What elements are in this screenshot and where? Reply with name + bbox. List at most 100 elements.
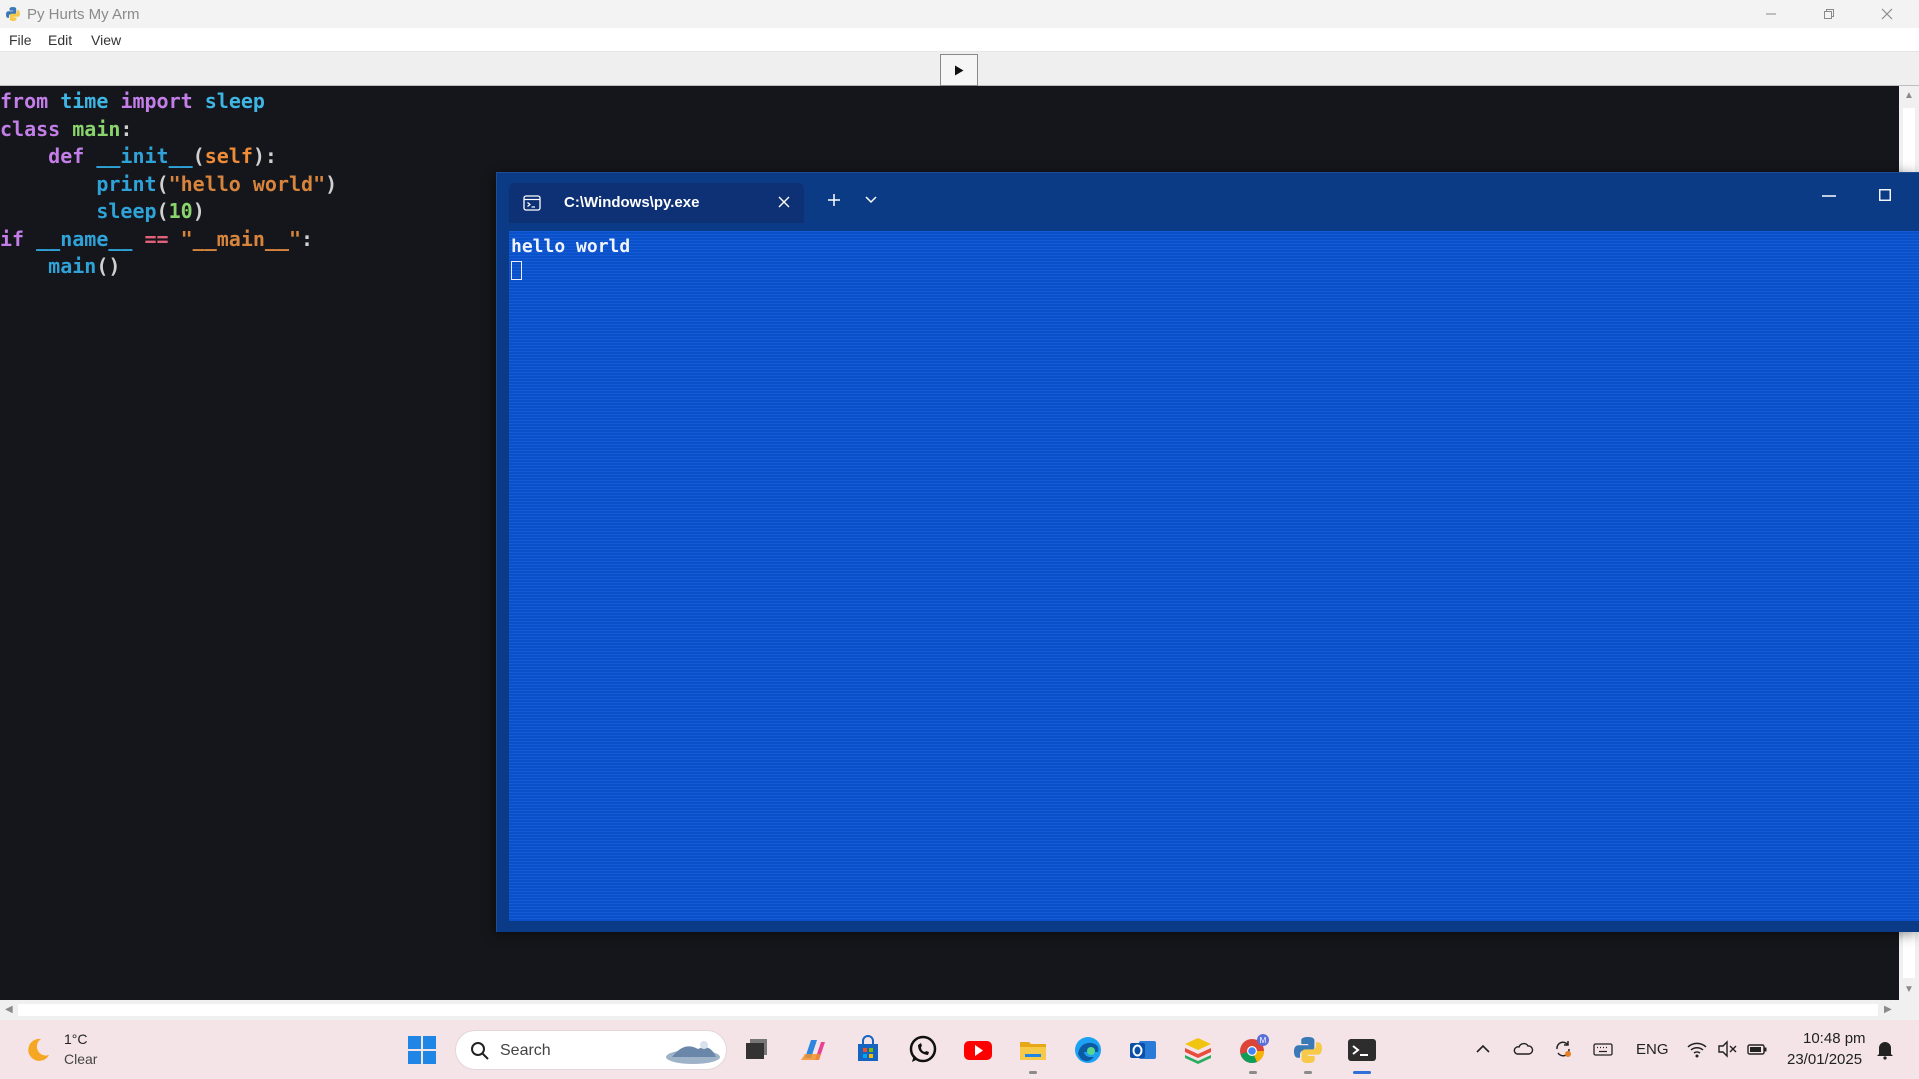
code-line[interactable]: main() <box>0 253 120 280</box>
code-token: __init__ <box>96 144 193 168</box>
run-button[interactable] <box>940 54 978 86</box>
code-token: print <box>0 171 157 196</box>
code-token: 10 <box>168 199 193 223</box>
code-token: ( <box>192 144 205 168</box>
file-explorer-icon[interactable] <box>1017 1034 1049 1066</box>
code-token: if <box>0 226 37 251</box>
code-line[interactable]: def __init__(self): <box>0 143 277 170</box>
microsoft-store-icon[interactable] <box>852 1034 884 1066</box>
clock-date[interactable]: 23/01/2025 <box>1787 1051 1862 1068</box>
window-title: Py Hurts My Arm <box>27 6 140 23</box>
onedrive-cloud-icon[interactable] <box>1512 1038 1534 1060</box>
taskbar: 1°C Clear Search M ENG 10:48 pm 23/01/20… <box>0 1020 1919 1079</box>
code-token: ( <box>156 199 169 223</box>
sync-icon[interactable] <box>1552 1038 1574 1060</box>
menu-file[interactable]: File <box>9 32 32 48</box>
terminal-tab-title: C:\Windows\py.exe <box>564 194 700 211</box>
code-token: () <box>96 254 121 278</box>
scroll-left-arrow-icon[interactable]: ◀ <box>5 1004 13 1015</box>
taskbar-search-box[interactable]: Search <box>455 1030 727 1070</box>
play-icon <box>955 65 964 75</box>
whatsapp-icon[interactable] <box>907 1034 939 1066</box>
copilot-icon[interactable] <box>797 1034 829 1066</box>
battery-icon[interactable] <box>1746 1038 1768 1060</box>
code-token: sleep <box>0 199 157 223</box>
menu-view[interactable]: View <box>91 32 121 48</box>
keyboard-icon[interactable] <box>1592 1038 1614 1060</box>
scroll-up-arrow-icon[interactable]: ▲ <box>1904 90 1914 101</box>
chrome-running-indicator <box>1249 1071 1257 1074</box>
chevron-down-icon[interactable] <box>865 195 877 205</box>
code-line[interactable]: sleep(10) <box>0 198 205 225</box>
chrome-profile-icon[interactable]: M <box>1237 1034 1269 1066</box>
clock-time[interactable]: 10:48 pm <box>1803 1030 1866 1047</box>
terminal-app-icon[interactable] <box>1346 1034 1378 1066</box>
minimize-button[interactable] <box>1742 0 1800 28</box>
python-logo-icon <box>6 7 20 21</box>
volume-muted-icon[interactable] <box>1716 1038 1738 1060</box>
code-token: "hello world" <box>168 171 326 196</box>
code-line[interactable]: print("hello world") <box>0 171 337 198</box>
task-view-icon[interactable] <box>740 1034 772 1066</box>
code-line[interactable]: class main: <box>0 116 132 143</box>
terminal-output-text: hello world <box>511 236 631 257</box>
menu-edit[interactable]: Edit <box>48 32 72 48</box>
terminal-minimize-icon[interactable] <box>1822 195 1836 197</box>
code-token: self <box>204 144 253 168</box>
code-token: main <box>72 116 121 141</box>
weather-temperature[interactable]: 1°C <box>64 1031 88 1047</box>
code-token: ) <box>192 199 205 223</box>
menu-bar: File Edit View <box>0 28 1919 52</box>
outlook-icon[interactable] <box>1127 1034 1159 1066</box>
close-icon <box>1881 8 1893 20</box>
input-language-indicator[interactable]: ENG <box>1636 1041 1669 1058</box>
moon-weather-icon[interactable] <box>24 1036 52 1064</box>
restore-button[interactable] <box>1800 0 1858 28</box>
code-token: __name__ <box>36 226 145 251</box>
code-token: == <box>144 226 181 251</box>
windows-start-icon[interactable] <box>407 1035 437 1065</box>
chevron-up-icon[interactable] <box>1472 1038 1494 1060</box>
search-highlight-illustration-icon <box>666 1041 720 1064</box>
scroll-right-arrow-icon[interactable]: ▶ <box>1884 1004 1892 1015</box>
weather-condition[interactable]: Clear <box>64 1051 97 1067</box>
notification-bell-icon[interactable] <box>1874 1038 1896 1060</box>
code-token: import <box>120 89 205 113</box>
code-token: : <box>120 116 133 141</box>
terminal-output-area[interactable]: hello world <box>509 231 1919 921</box>
terminal-window[interactable]: C:\Windows\py.exe hello world <box>496 172 1919 932</box>
code-line[interactable]: from time import sleep <box>0 88 265 115</box>
code-token: ( <box>156 171 169 196</box>
terminal-cursor <box>511 261 522 280</box>
code-token: : <box>301 226 314 251</box>
bluestacks-icon[interactable] <box>1182 1034 1214 1066</box>
scroll-down-arrow-icon[interactable]: ▼ <box>1904 984 1914 995</box>
code-line[interactable]: if __name__ == "__main__": <box>0 226 313 253</box>
tab-close-icon[interactable] <box>777 195 791 209</box>
python-app-icon[interactable] <box>1292 1034 1324 1066</box>
horizontal-scroll-thumb[interactable] <box>18 1004 1878 1016</box>
search-placeholder: Search <box>500 1042 551 1059</box>
code-token: def <box>0 144 97 168</box>
code-token: main <box>0 254 97 278</box>
terminal-tab[interactable]: C:\Windows\py.exe <box>509 183 804 223</box>
wifi-icon[interactable] <box>1686 1038 1708 1060</box>
new-tab-plus-icon[interactable] <box>827 193 841 207</box>
restore-icon <box>1824 9 1834 19</box>
terminal-titlebar[interactable]: C:\Windows\py.exe <box>497 173 1919 223</box>
close-button[interactable] <box>1858 0 1916 28</box>
svg-text:M: M <box>1260 1036 1267 1045</box>
code-token: sleep <box>204 89 265 113</box>
youtube-icon[interactable] <box>962 1034 994 1066</box>
edge-icon[interactable] <box>1072 1034 1104 1066</box>
terminal-active-indicator <box>1353 1071 1371 1074</box>
minimize-icon <box>1766 13 1776 15</box>
search-icon <box>471 1042 489 1060</box>
python-running-indicator <box>1304 1071 1312 1074</box>
terminal-maximize-icon[interactable] <box>1879 189 1891 201</box>
code-token: "__main__" <box>180 226 302 251</box>
code-token: from <box>0 89 61 113</box>
file-explorer-running-indicator <box>1029 1071 1037 1074</box>
toolbar <box>0 52 1919 86</box>
horizontal-scrollbar[interactable]: ◀ ▶ <box>0 1000 1899 1020</box>
